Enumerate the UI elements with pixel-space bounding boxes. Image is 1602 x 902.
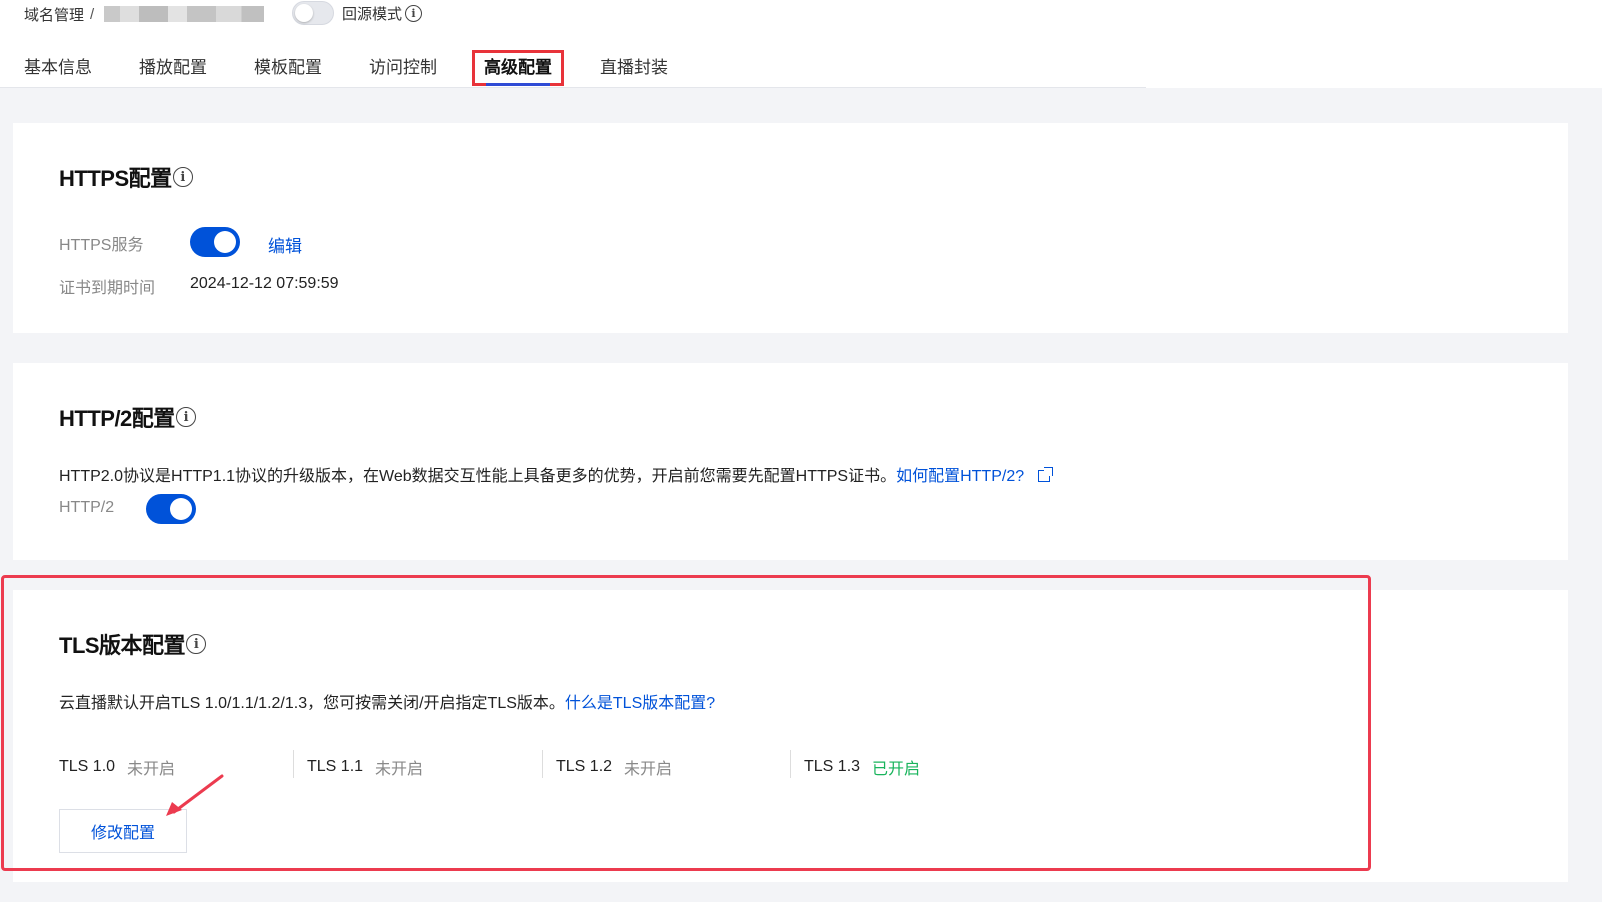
divider [542,750,543,778]
tls-version-status: 已开启 [872,761,921,778]
divider [790,750,791,778]
http2-config-card: HTTP/2配置 i HTTP2.0协议是HTTP1.1协议的升级版本，在Web… [13,363,1568,560]
https-card-title: HTTPS配置 i [59,161,193,193]
breadcrumb-root[interactable]: 域名管理 [24,4,84,25]
origin-mode-toggle[interactable]: 回源模式 i [292,0,423,26]
tls-config-card: TLS版本配置 i 云直播默认开启TLS 1.0/1.1/1.2/1.3，您可按… [13,590,1568,882]
tls-version-name: TLS 1.0 [59,758,116,775]
masked-domain [104,6,265,22]
breadcrumb-separator: / [90,5,95,23]
tab-basic-info[interactable]: 基本信息 [24,54,92,82]
tls-version-item: TLS 1.2 未开启 [556,755,672,779]
tls-description: 云直播默认开启TLS 1.0/1.1/1.2/1.3，您可按需关闭/开启指定TL… [59,689,715,713]
origin-mode-label: 回源模式 [342,5,403,23]
tls-title-text: TLS版本配置 [59,633,186,658]
tls-description-text: 云直播默认开启TLS 1.0/1.1/1.2/1.3，您可按需关闭/开启指定TL… [59,695,565,712]
tab-bar: 基本信息 播放配置 模板配置 访问控制 高级配置 直播封装 [0,48,1146,88]
tab-access-control[interactable]: 访问控制 [369,54,437,82]
tab-playback-config[interactable]: 播放配置 [139,54,207,82]
external-link-icon[interactable] [1038,467,1054,482]
tab-live-packaging[interactable]: 直播封装 [600,54,668,82]
tls-version-name: TLS 1.1 [307,758,364,775]
https-config-card: HTTPS配置 i HTTPS服务 编辑 证书到期时间 2024-12-12 0… [13,123,1568,333]
cert-expiry-value: 2024-12-12 07:59:59 [190,275,339,292]
tab-template-config[interactable]: 模板配置 [254,54,322,82]
tls-version-item: TLS 1.3 已开启 [804,755,920,779]
tls-version-name: TLS 1.3 [804,758,861,775]
tls-version-status: 未开启 [375,761,424,778]
http2-title-text: HTTP/2配置 [59,406,175,431]
tls-card-title: TLS版本配置 i [59,628,207,660]
tls-version-status: 未开启 [624,761,673,778]
divider [293,750,294,778]
breadcrumb: 域名管理 / [24,3,265,25]
http2-description-text: HTTP2.0协议是HTTP1.1协议的升级版本，在Web数据交互性能上具备更多… [59,468,897,485]
info-icon[interactable]: i [405,4,423,22]
info-icon[interactable]: i [172,167,193,187]
annotation-arrow-icon [166,774,224,816]
tls-version-item: TLS 1.1 未开启 [307,755,423,779]
https-title-text: HTTPS配置 [59,166,172,191]
cert-expiry-label: 证书到期时间 [59,280,156,297]
tls-help-link[interactable]: 什么是TLS版本配置? [565,695,715,712]
http2-description: HTTP2.0协议是HTTP1.1协议的升级版本，在Web数据交互性能上具备更多… [59,462,1054,486]
tls-version-item: TLS 1.0 未开启 [59,755,175,779]
https-service-switch[interactable] [190,227,240,257]
info-icon[interactable]: i [175,407,196,427]
http2-switch[interactable] [146,494,196,524]
http2-toggle-label: HTTP/2 [59,499,115,516]
top-bar: 域名管理 / 回源模式 i 基本信息 播放配置 模板配置 访问控制 高级配置 直… [0,0,1602,88]
origin-mode-switch[interactable] [292,1,334,25]
tls-version-name: TLS 1.2 [556,758,613,775]
http2-card-title: HTTP/2配置 i [59,401,196,433]
https-service-label: HTTPS服务 [59,237,144,254]
tab-advanced-config[interactable]: 高级配置 [472,50,564,86]
http2-help-link[interactable]: 如何配置HTTP/2? [896,468,1024,485]
info-icon[interactable]: i [186,634,207,654]
edit-link[interactable]: 编辑 [268,232,302,257]
